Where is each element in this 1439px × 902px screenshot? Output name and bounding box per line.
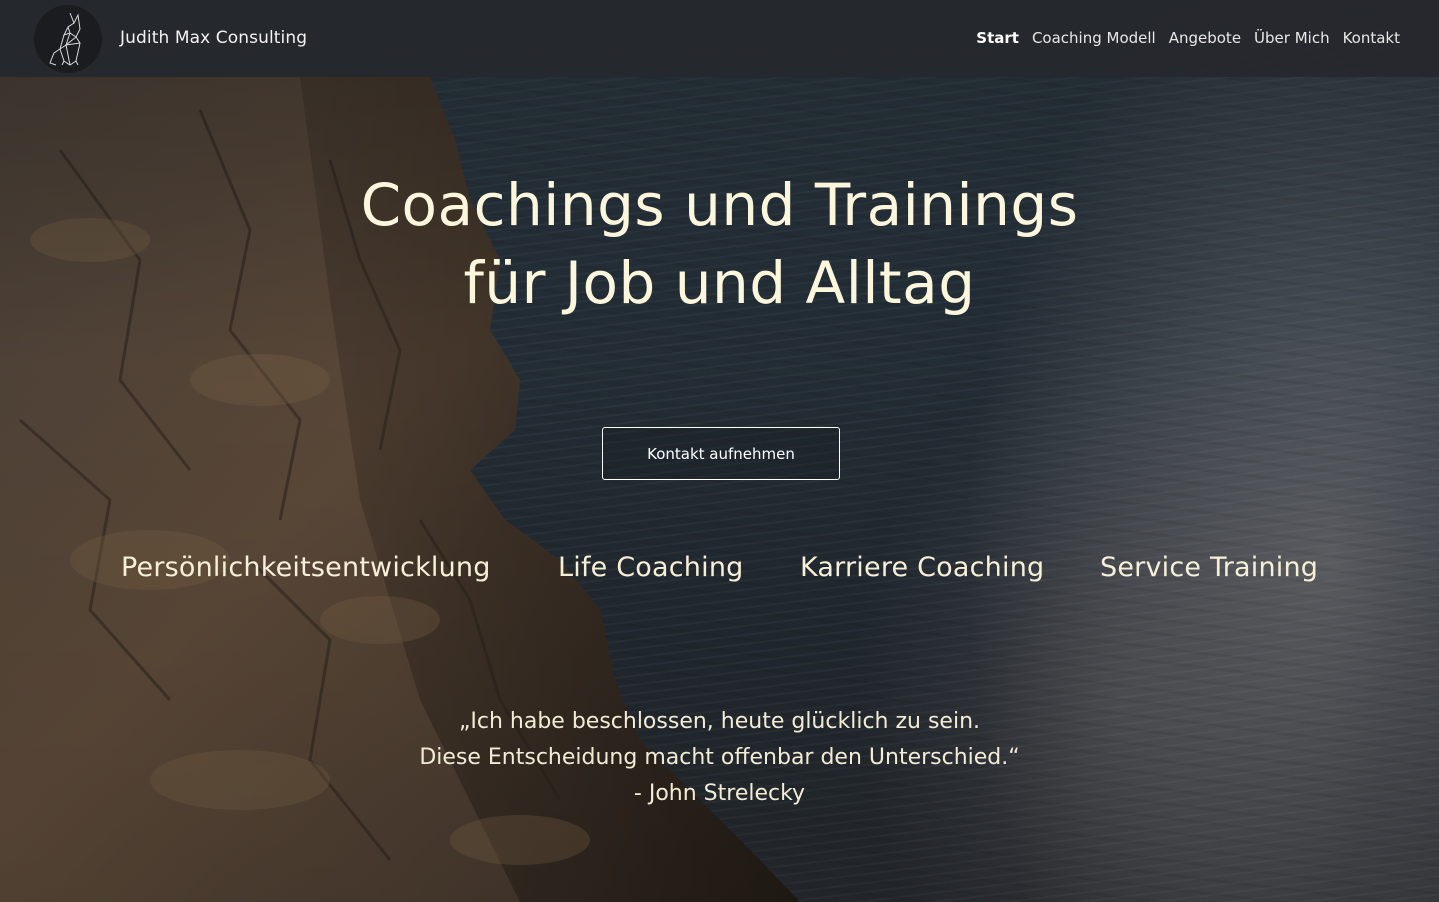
brand-name[interactable]: Judith Max Consulting [120,28,307,48]
service-item-service-training[interactable]: Service Training [1100,552,1318,583]
quote-line-2: Diese Entscheidung macht offenbar den Un… [419,745,1020,770]
quote-line-1: „Ich habe beschlossen, heute glücklich z… [458,709,981,734]
nav-item-ueber-mich[interactable]: Über Mich [1254,29,1330,47]
wolf-icon[interactable] [34,5,102,73]
service-item-persoenlichkeitsentwicklung[interactable]: Persönlichkeitsentwicklung [121,552,491,583]
hero-title-line-2: für Job und Alltag [463,249,976,317]
quote-author: - John Strelecky [633,781,806,806]
nav-item-coaching-modell[interactable]: Coaching Modell [1032,29,1156,47]
hero-title-line-1: Coachings und Trainings [360,171,1079,239]
main-navigation: Start Coaching Modell Angebote Über Mich… [963,29,1400,47]
nav-item-kontakt[interactable]: Kontakt [1343,29,1400,47]
nav-item-start[interactable]: Start [976,29,1019,47]
service-item-karriere-coaching[interactable]: Karriere Coaching [800,552,1044,583]
services-list: Persönlichkeitsentwicklung Life Coaching… [0,552,1439,592]
top-navbar: Judith Max Consulting Start Coaching Mod… [0,0,1439,77]
service-item-life-coaching[interactable]: Life Coaching [558,552,743,583]
contact-cta-button[interactable]: Kontakt aufnehmen [602,427,840,480]
nav-item-angebote[interactable]: Angebote [1169,29,1241,47]
